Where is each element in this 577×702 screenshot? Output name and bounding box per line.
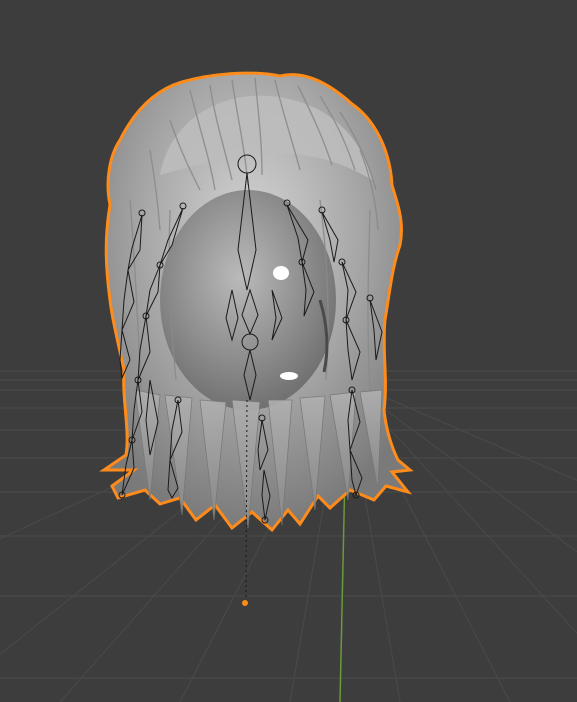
hair-mesh[interactable] bbox=[99, 71, 414, 533]
armature-origin[interactable] bbox=[242, 600, 248, 606]
highlight-lower bbox=[280, 372, 298, 380]
head-shape bbox=[160, 190, 336, 410]
highlight-upper bbox=[273, 266, 289, 280]
3d-viewport[interactable] bbox=[0, 0, 577, 702]
viewport-canvas[interactable] bbox=[0, 0, 577, 702]
y-axis-line bbox=[339, 469, 346, 702]
